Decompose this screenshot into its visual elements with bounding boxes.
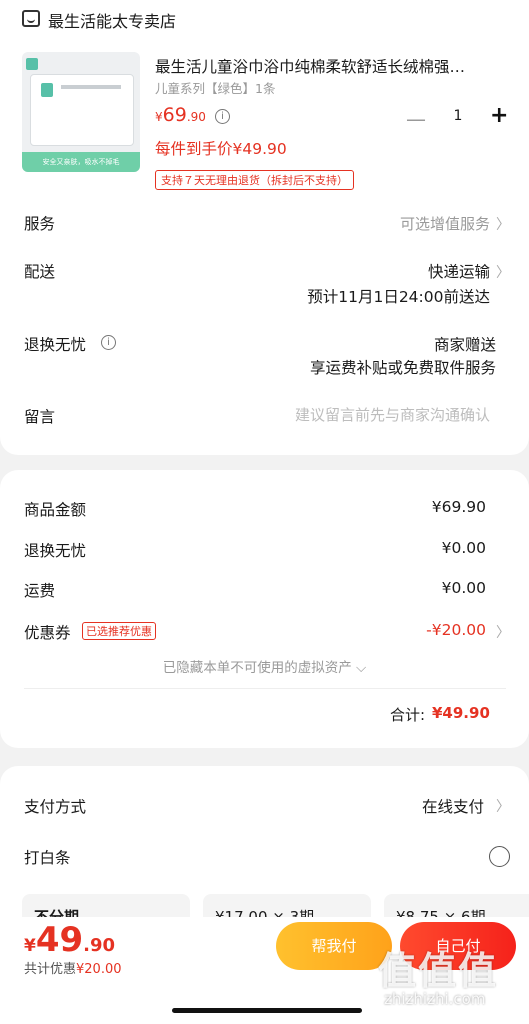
total-value: ¥49.90 — [432, 704, 490, 722]
each-price: 每件到手价¥49.90 — [155, 140, 287, 158]
worry-free-info-icon[interactable]: i — [101, 335, 116, 350]
checkout-price-int: 49 — [35, 920, 84, 960]
price-int: 69 — [162, 104, 187, 126]
price-dec: .90 — [186, 110, 206, 124]
store-name[interactable]: 最生活能太专卖店 — [48, 8, 176, 32]
checkout-currency: ¥ — [24, 936, 36, 956]
home-indicator[interactable] — [172, 1008, 362, 1013]
shipping-value: ¥0.00 — [441, 579, 486, 597]
savings-value: ¥20.00 — [76, 962, 122, 977]
ious-radio[interactable] — [489, 846, 510, 867]
shipping-label: 运费 — [24, 582, 56, 600]
coupon-chevron-icon[interactable]: 〉 — [496, 622, 510, 642]
worry-fee-label: 退换无忧 — [24, 542, 87, 560]
worry-free-label: 退换无忧 — [24, 336, 87, 354]
coupon-value[interactable]: -¥20.00 — [330, 621, 486, 639]
hidden-assets-toggle[interactable]: 已隐藏本单不可使用的虚拟资产 ⌵ — [0, 656, 529, 676]
worry-free-desc: 享运费补贴或免费取件服务 — [309, 359, 496, 377]
price-currency: ¥ — [155, 110, 163, 124]
brand-mark-icon — [41, 83, 53, 97]
goods-amount-value: ¥69.90 — [431, 498, 486, 516]
service-label: 服务 — [24, 215, 56, 233]
ious-label: 打白条 — [24, 849, 71, 867]
coupon-tag: 已选推荐优惠 — [82, 622, 156, 640]
towel-package — [30, 74, 134, 146]
quantity-value[interactable]: 1 — [440, 108, 476, 124]
hidden-assets-text: 已隐藏本单不可使用的虚拟资产 — [162, 660, 352, 676]
quantity-plus-button[interactable]: + — [490, 103, 508, 128]
quantity-minus-button[interactable]: — — [406, 107, 426, 131]
checkout-price: ¥49.90 — [24, 920, 115, 960]
delivery-chevron-icon[interactable]: 〉 — [496, 262, 510, 282]
product-image[interactable]: 安全又亲肤，吸水不掉毛 — [22, 52, 140, 172]
watermark-logo: 值值值 — [378, 949, 499, 993]
checkout-price-dec: .90 — [83, 935, 116, 956]
package-text-line — [61, 85, 121, 89]
product-image-band: 安全又亲肤，吸水不掉毛 — [22, 152, 140, 172]
divider — [24, 688, 506, 689]
delivery-eta: 预计11月1日24:00前送达 — [307, 288, 490, 306]
store-icon — [22, 10, 40, 27]
return-policy-tag: 支持７天无理由退货（拆封后不支持） — [155, 170, 354, 190]
service-value[interactable]: 可选增值服务 — [330, 213, 490, 234]
delivery-value[interactable]: 快递运输 — [330, 260, 490, 282]
coupon-label: 优惠券 — [24, 624, 71, 642]
chevron-down-icon: ⌵ — [356, 660, 367, 676]
delivery-label: 配送 — [24, 263, 56, 281]
price-summary-card: 商品金额 ¥69.90 退换无忧 ¥0.00 运费 ¥0.00 优惠券 已选推荐… — [0, 470, 529, 748]
payment-method-label: 支付方式 — [24, 798, 87, 816]
worry-fee-value: ¥0.00 — [441, 539, 486, 557]
price-info-icon[interactable]: i — [215, 109, 230, 124]
worry-free-value: 商家赠送 — [433, 336, 496, 354]
product-title[interactable]: 最生活儿童浴巾浴巾纯棉柔软舒适长绒棉强… — [155, 55, 500, 77]
goods-amount-label: 商品金额 — [24, 501, 87, 519]
product-price: ¥69.90 — [155, 104, 206, 126]
product-spec[interactable]: 儿童系列【绿色】1条 — [155, 78, 275, 97]
brand-logo-icon — [26, 58, 38, 70]
service-chevron-icon[interactable]: 〉 — [496, 214, 510, 234]
payment-chevron-icon[interactable]: 〉 — [496, 796, 510, 816]
checkout-savings: 共计优惠¥20.00 — [24, 958, 122, 977]
total-label: 合计: — [390, 706, 426, 724]
order-item-card: 最生活能太专卖店 安全又亲肤，吸水不掉毛 最生活儿童浴巾浴巾纯棉柔软舒适长绒棉强… — [0, 0, 529, 455]
savings-prefix: 共计优惠 — [24, 962, 77, 977]
payment-method-value[interactable]: 在线支付 — [330, 795, 484, 817]
message-label: 留言 — [24, 408, 56, 426]
watermark-url: zhizhizhi.com — [384, 990, 486, 1008]
help-pay-button[interactable]: 帮我付 — [276, 922, 392, 970]
message-input[interactable]: 建议留言前先与商家沟通确认 — [200, 404, 490, 425]
